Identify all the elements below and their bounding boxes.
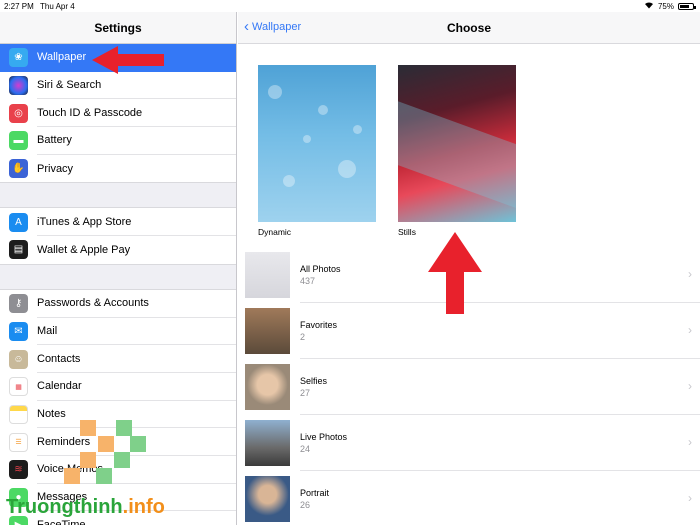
sidebar-item-passwords[interactable]: ⚷ Passwords & Accounts — [0, 289, 236, 318]
stills-wallpaper-tile[interactable] — [398, 65, 516, 222]
status-bar: 2:27 PM Thu Apr 4 75% — [0, 0, 700, 12]
album-thumbnail — [245, 476, 290, 522]
album-portrait[interactable]: Portrait 26 › — [245, 471, 700, 525]
red-arrow-left-icon — [92, 46, 164, 74]
album-info: Live Photos 24 — [300, 415, 700, 471]
sidebar-item-label: Passwords & Accounts — [37, 290, 236, 318]
status-date: Thu Apr 4 — [40, 2, 75, 11]
watermark-pixel — [64, 468, 80, 484]
sidebar-item-label: Touch ID & Passcode — [37, 99, 236, 128]
album-thumbnail — [245, 252, 290, 298]
sidebar-item-label: Notes — [37, 401, 236, 429]
sidebar-item-label: Mail — [37, 318, 236, 346]
group-separator — [0, 263, 236, 290]
album-info: Favorites 2 — [300, 303, 700, 359]
notes-icon — [9, 404, 28, 424]
album-info: All Photos 437 — [300, 247, 700, 303]
sidebar-item-privacy[interactable]: ✋ Privacy — [0, 154, 236, 183]
sidebar-item-label: Battery — [37, 127, 236, 155]
album-thumbnail — [245, 364, 290, 410]
red-arrow-up-icon — [428, 232, 482, 314]
chevron-right-icon: › — [688, 379, 692, 393]
mail-icon: ✉ — [9, 321, 28, 341]
wallet-icon: ▤ — [9, 240, 28, 260]
reminders-icon: ☰ — [9, 432, 28, 452]
album-name: Portrait — [300, 487, 330, 498]
calendar-icon: ▦ — [9, 377, 28, 397]
sidebar-item-itunes[interactable]: A iTunes & App Store — [0, 208, 236, 237]
album-name: Selfies — [300, 375, 328, 386]
fingerprint-icon: ◎ — [9, 103, 28, 123]
siri-icon — [9, 76, 28, 96]
battery-indicator-icon — [678, 2, 696, 10]
chevron-right-icon: › — [688, 267, 692, 281]
chevron-right-icon: › — [688, 435, 692, 449]
status-time: 2:27 PM — [4, 2, 34, 11]
watermark-pixel — [116, 420, 132, 436]
status-right: 75% — [644, 1, 696, 11]
sidebar-item-label: Privacy — [37, 162, 74, 175]
nav-bar: ‹ Wallpaper Choose — [238, 12, 700, 44]
album-thumbnail — [245, 420, 290, 466]
watermark-pixel — [114, 452, 130, 468]
album-selfies[interactable]: Selfies 27 › — [245, 359, 700, 415]
album-name: Favorites — [300, 319, 338, 330]
stills-label: Stills — [398, 227, 416, 237]
album-info: Portrait 26 — [300, 471, 700, 525]
sidebar-item-calendar[interactable]: ▦ Calendar — [0, 372, 236, 401]
settings-group-3: ⚷ Passwords & Accounts ✉ Mail ☺ Contacts… — [0, 289, 236, 525]
wifi-icon — [644, 1, 654, 11]
battery-percent: 75% — [657, 1, 674, 11]
chevron-right-icon: › — [688, 323, 692, 337]
watermark-pixel — [130, 436, 146, 452]
watermark-pixel — [80, 452, 96, 468]
settings-group-2: A iTunes & App Store ▤ Wallet & Apple Pa… — [0, 208, 236, 264]
watermark-pixel — [96, 468, 112, 484]
hand-icon: ✋ — [9, 159, 28, 179]
sidebar-title: Settings — [0, 12, 236, 44]
sidebar-item-label: Contacts — [37, 345, 236, 373]
sidebar-item-battery[interactable]: ▬ Battery — [0, 127, 236, 155]
watermark-pixel — [98, 436, 114, 452]
sidebar-item-mail[interactable]: ✉ Mail — [0, 317, 236, 346]
contacts-icon: ☺ — [9, 349, 28, 369]
album-count: 26 — [300, 499, 311, 510]
album-count: 27 — [300, 387, 311, 398]
album-live-photos[interactable]: Live Photos 24 › — [245, 415, 700, 471]
album-thumbnail — [245, 308, 290, 354]
sidebar-item-label: iTunes & App Store — [37, 208, 236, 237]
sidebar-item-touch-id[interactable]: ◎ Touch ID & Passcode — [0, 99, 236, 128]
album-info: Selfies 27 — [300, 359, 700, 415]
group-separator — [0, 182, 236, 209]
dynamic-wallpaper-tile[interactable] — [258, 65, 376, 222]
album-count: 2 — [300, 331, 306, 342]
watermark-pixel — [80, 420, 96, 436]
album-count: 437 — [300, 275, 316, 286]
sidebar-item-wallet[interactable]: ▤ Wallet & Apple Pay — [0, 236, 236, 264]
sidebar-item-label: Wallet & Apple Pay — [37, 243, 131, 256]
chevron-right-icon: › — [688, 491, 692, 505]
album-name: All Photos — [300, 263, 341, 274]
voice-memos-icon: ≋ — [9, 460, 28, 480]
sidebar-item-label: Siri & Search — [37, 72, 236, 100]
settings-sidebar: Settings ❀ Wallpaper Siri & Search ◎ Tou… — [0, 12, 237, 525]
wallpaper-icon: ❀ — [9, 48, 28, 68]
sidebar-item-label: Calendar — [37, 373, 236, 401]
page-title: Choose — [446, 21, 491, 35]
sidebar-item-siri[interactable]: Siri & Search — [0, 71, 236, 100]
album-count: 24 — [300, 443, 311, 454]
watermark-logo: Truongthinh.info — [6, 496, 165, 519]
battery-icon: ▬ — [9, 131, 28, 151]
watermark-domain: .info — [122, 496, 165, 518]
dynamic-label: Dynamic — [258, 227, 292, 237]
key-icon: ⚷ — [9, 294, 28, 314]
album-name: Live Photos — [300, 431, 348, 442]
watermark-text: Truongthinh — [6, 496, 123, 518]
app-store-icon: A — [9, 212, 28, 232]
sidebar-item-contacts[interactable]: ☺ Contacts — [0, 345, 236, 373]
